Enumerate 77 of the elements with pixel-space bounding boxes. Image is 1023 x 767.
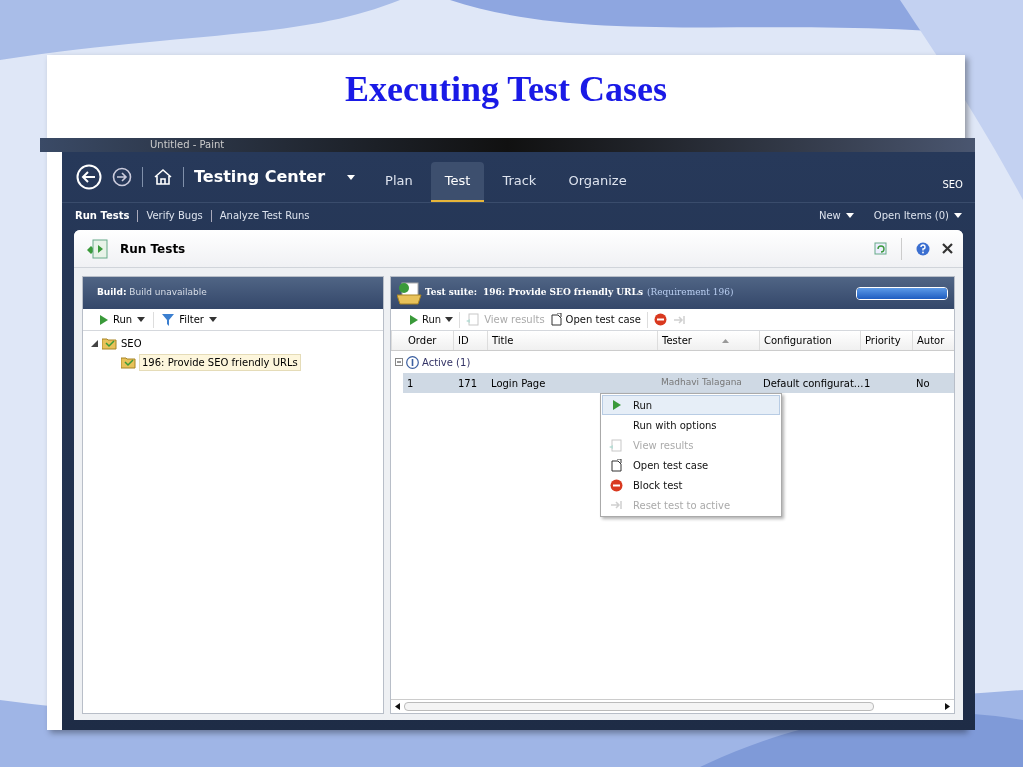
table-cell-text: 1: [406, 376, 415, 391]
toolbar-button[interactable]: Run: [99, 312, 146, 327]
caret-icon: [445, 317, 454, 322]
toolbar-button[interactable]: Filter: [162, 312, 217, 327]
filter-icon: [162, 313, 175, 326]
subnav-link[interactable]: Run Tests: [75, 208, 130, 223]
sort-icon: [721, 338, 729, 343]
column-header[interactable]: Tester: [657, 331, 759, 350]
column-header[interactable]: Title: [487, 331, 657, 350]
scrollbar-thumb[interactable]: [404, 702, 874, 711]
reset-icon: [672, 313, 686, 326]
menu-button[interactable]: New: [818, 208, 854, 223]
scroll-right-icon[interactable]: [945, 703, 950, 710]
caret-icon: [347, 174, 356, 180]
nav-tab[interactable]: Organize: [554, 162, 641, 202]
menu-item[interactable]: Run with options: [602, 415, 780, 435]
info-icon: [406, 355, 419, 369]
group-label: Active (1): [422, 355, 471, 370]
scroll-left-icon[interactable]: [395, 703, 400, 710]
document-icon: [610, 458, 622, 472]
menu-item[interactable]: Run: [602, 395, 780, 415]
reset-icon: [609, 499, 623, 511]
document-icon: [609, 438, 623, 452]
play-icon: [611, 400, 621, 410]
help-icon[interactable]: [916, 241, 930, 256]
caret-icon: [954, 213, 962, 218]
menu-item[interactable]: Open test case: [602, 455, 780, 475]
nav-tab[interactable]: Test: [430, 162, 485, 202]
folder-icon: [102, 336, 117, 350]
column-header[interactable]: Priority: [860, 331, 912, 350]
panel-title: Run Tests: [120, 240, 186, 258]
block-icon: [609, 478, 623, 492]
folder-icon: [121, 355, 136, 369]
collapse-icon[interactable]: [395, 358, 403, 366]
app-title: Testing Center: [194, 166, 326, 188]
subnav-link[interactable]: Analyze Test Runs: [219, 208, 310, 223]
column-header[interactable]: Configuration: [759, 331, 860, 350]
table-cell-text: Madhavi Talagana: [660, 376, 743, 390]
document-icon: [550, 313, 562, 326]
column-header[interactable]: Autor: [912, 331, 954, 350]
back-icon[interactable]: [76, 164, 102, 190]
table-row[interactable]: 1 171 Login Page Madhavi Talagana Default configurat...1 No: [403, 373, 954, 393]
play-icon: [409, 314, 418, 325]
tree-item[interactable]: SEO: [91, 334, 375, 352]
block-icon: [653, 313, 667, 326]
expander-icon[interactable]: [91, 339, 98, 347]
tree-label: SEO: [121, 336, 142, 351]
caret-icon: [137, 317, 146, 322]
user-name: SEO: [942, 178, 963, 192]
refresh-icon[interactable]: [874, 242, 887, 255]
table-cell-text: Login Page: [490, 376, 547, 391]
caret-icon: [845, 213, 854, 218]
nav-tab[interactable]: Plan: [371, 162, 427, 202]
slide-title: Executing Test Cases: [345, 68, 667, 111]
play-icon: [99, 314, 108, 325]
forward-icon[interactable]: [112, 167, 132, 187]
document-icon: [466, 313, 481, 326]
nav-tab[interactable]: Track: [488, 162, 551, 202]
subnav-link[interactable]: Verify Bugs: [146, 208, 203, 223]
menu-button[interactable]: Open Items (0): [873, 208, 962, 223]
caret-icon: [208, 317, 217, 322]
menu-item[interactable]: Block test: [602, 475, 780, 495]
toolbar-button[interactable]: [653, 313, 667, 326]
suite-title: Test suite: 196: Provide SEO friendly URLs (Requirement 196): [425, 286, 734, 300]
toolbar-button[interactable]: Run: [409, 312, 454, 327]
suite-icon: [397, 281, 423, 305]
build-text: Build: Build unavailable: [97, 286, 207, 300]
table-cell-text: 171: [456, 376, 478, 391]
horizontal-scrollbar[interactable]: [391, 699, 954, 713]
home-icon[interactable]: [153, 167, 173, 187]
table-cell-text: No: [915, 376, 931, 391]
column-header[interactable]: Order: [391, 331, 453, 350]
tree-item[interactable]: 196: Provide SEO friendly URLs: [139, 353, 301, 371]
toolbar-button[interactable]: Open test case: [550, 312, 641, 327]
close-icon[interactable]: [942, 243, 953, 254]
column-header[interactable]: ID: [453, 331, 487, 350]
window-title: Untitled - Paint: [150, 140, 225, 150]
